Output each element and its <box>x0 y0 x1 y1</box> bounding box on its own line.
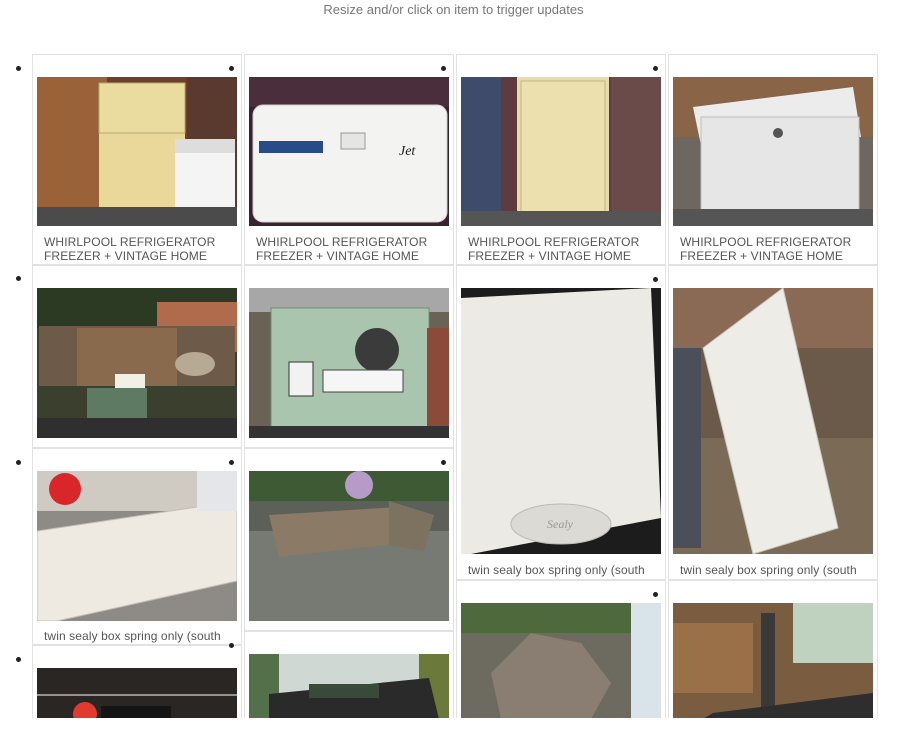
item-card[interactable]: Jet WHIRLPOOL REFRIGERATOR FREEZER + VIN… <box>244 54 454 265</box>
item-card[interactable] <box>668 580 878 718</box>
card-bullet <box>653 66 658 71</box>
item-caption: WHIRLPOOL REFRIGERATOR FREEZER + VINTAGE… <box>468 235 640 263</box>
item-card[interactable]: WHIRLPOOL REFRIGERATOR FREEZER + VINTAGE… <box>32 54 242 265</box>
sealy-box-spring-closeup-photo[interactable]: Sealy <box>461 288 661 554</box>
item-card[interactable] <box>32 265 242 448</box>
list-bullet <box>16 657 21 662</box>
item-caption: WHIRLPOOL REFRIGERATOR FREEZER + VINTAGE… <box>44 235 216 263</box>
box-spring-leaning-photo[interactable] <box>673 288 873 554</box>
treadmill-garage-photo[interactable] <box>673 603 873 718</box>
item-card[interactable]: Sealy twin sealy box spring only (south <box>456 265 666 580</box>
item-card[interactable] <box>244 631 454 718</box>
list-bullet <box>16 66 21 71</box>
stone-fire-pit-photo[interactable] <box>249 471 449 621</box>
item-card[interactable] <box>32 643 242 718</box>
svg-text:Jet: Jet <box>399 144 416 159</box>
fridge-and-chest-freezer-photo[interactable] <box>37 77 237 226</box>
jet-table-saw-photo[interactable] <box>249 288 449 438</box>
item-card[interactable]: WHIRLPOOL REFRIGERATOR FREEZER + VINTAGE… <box>668 54 878 265</box>
item-caption: WHIRLPOOL REFRIGERATOR FREEZER + VINTAGE… <box>256 235 428 263</box>
svg-text:Sealy: Sealy <box>547 517 574 531</box>
item-caption: twin sealy box spring only (south <box>44 629 221 643</box>
item-card[interactable] <box>244 265 454 448</box>
items-grid: WHIRLPOOL REFRIGERATOR FREEZER + VINTAGE… <box>0 0 907 718</box>
treadmill-console-photo[interactable] <box>249 654 449 718</box>
item-card[interactable]: twin sealy box spring only (south <box>32 448 242 645</box>
card-bullet <box>229 643 234 648</box>
item-caption: twin sealy box spring only (south <box>680 563 857 577</box>
item-card[interactable] <box>244 448 454 631</box>
card-bullet <box>653 592 658 597</box>
item-card[interactable] <box>456 580 666 718</box>
refrigerator-in-shed-photo[interactable] <box>461 77 661 226</box>
card-bullet <box>441 460 446 465</box>
chest-freezer-back-photo[interactable] <box>673 77 873 226</box>
vintage-chest-freezer-photo[interactable]: Jet <box>249 77 449 226</box>
item-caption: twin sealy box spring only (south <box>468 563 645 577</box>
item-card[interactable]: WHIRLPOOL REFRIGERATOR FREEZER + VINTAGE… <box>456 54 666 265</box>
item-caption: WHIRLPOOL REFRIGERATOR FREEZER + VINTAGE… <box>680 235 852 263</box>
card-bullet <box>441 66 446 71</box>
list-bullet <box>16 460 21 465</box>
card-bullet <box>229 66 234 71</box>
card-bullet <box>229 460 234 465</box>
table-saw-free-photo[interactable] <box>37 288 237 438</box>
list-bullet <box>16 276 21 281</box>
box-spring-edge-photo[interactable] <box>37 471 237 621</box>
rock-pile-photo[interactable] <box>461 603 661 718</box>
table-top-photo[interactable] <box>37 668 237 718</box>
item-card[interactable]: twin sealy box spring only (south <box>668 265 878 580</box>
card-bullet <box>653 277 658 282</box>
